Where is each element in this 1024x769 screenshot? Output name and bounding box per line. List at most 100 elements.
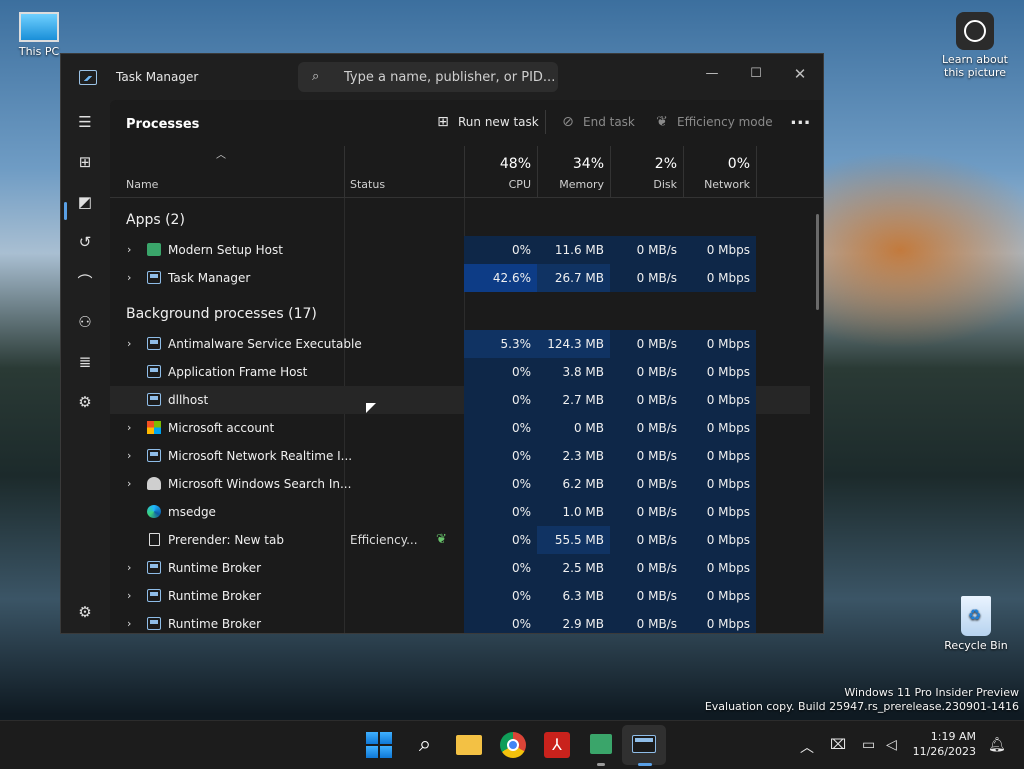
title-bar[interactable]: Task Manager ⌕ Type a name, publisher, o…	[61, 54, 823, 100]
chrome-icon[interactable]	[500, 732, 526, 758]
disk-cell: 0 MB/s	[610, 610, 683, 633]
table-row[interactable]: › Antimalware Service Executable 5.3% 12…	[110, 330, 810, 358]
desktop-icon-recycle-bin[interactable]: ♻ Recycle Bin	[940, 596, 1012, 652]
nav-performance-icon[interactable]: ◩	[73, 190, 97, 214]
task-manager-window: Task Manager ⌕ Type a name, publisher, o…	[60, 53, 824, 634]
table-row[interactable]: msedge 0% 1.0 MB 0 MB/s 0 Mbps	[110, 498, 810, 526]
header-disk-percent[interactable]: 2%	[610, 156, 677, 172]
cpu-cell: 42.6%	[464, 264, 537, 292]
cpu-cell: 0%	[464, 386, 537, 414]
end-task-button[interactable]: ⊘ End task	[559, 114, 635, 130]
header-network[interactable]: Network	[683, 178, 750, 191]
column-header: ︿ Name Status 48% CPU 34% Memory 2% Disk…	[110, 146, 823, 198]
end-task-icon: ⊘	[562, 114, 574, 130]
more-options-button[interactable]: ...	[790, 108, 811, 129]
efficiency-mode-button[interactable]: ❦ Efficiency mode	[653, 114, 773, 130]
header-name[interactable]: Name	[126, 178, 158, 191]
table-row[interactable]: › Microsoft account 0% 0 MB 0 MB/s 0 Mbp…	[110, 414, 810, 442]
header-disk[interactable]: Disk	[610, 178, 677, 191]
process-name: msedge	[168, 505, 216, 519]
table-row[interactable]: › Modern Setup Host 0% 11.6 MB 0 MB/s 0 …	[110, 236, 810, 264]
app-frame-icon	[147, 393, 161, 406]
vertical-scrollbar[interactable]	[816, 214, 819, 310]
table-row[interactable]: › Runtime Broker 0% 2.9 MB 0 MB/s 0 Mbps	[110, 610, 810, 633]
table-row[interactable]: Application Frame Host 0% 3.8 MB 0 MB/s …	[110, 358, 810, 386]
notification-bell-icon[interactable]: 🔔︎	[988, 737, 1006, 753]
run-new-task-button[interactable]: ⊞ Run new task	[434, 114, 539, 130]
file-explorer-icon[interactable]	[456, 735, 482, 755]
table-row[interactable]: › Runtime Broker 0% 2.5 MB 0 MB/s 0 Mbps	[110, 554, 810, 582]
start-windows-icon[interactable]	[366, 732, 392, 758]
chevron-right-icon[interactable]: ›	[127, 589, 131, 602]
process-name: Antimalware Service Executable	[168, 337, 362, 351]
nav-startup-apps-icon[interactable]: ⌒	[73, 270, 97, 294]
nav-app-history-icon[interactable]: ↺	[73, 230, 97, 254]
hamburger-menu-icon[interactable]: ☰	[73, 110, 97, 134]
page-title: Processes	[126, 117, 200, 132]
cpu-cell: 0%	[464, 358, 537, 386]
search-placeholder: Type a name, publisher, or PID...	[344, 70, 556, 85]
nav-users-icon[interactable]: ⚇	[73, 310, 97, 334]
chevron-right-icon[interactable]: ›	[127, 421, 131, 434]
settings-gear-icon[interactable]: ⚙	[73, 600, 97, 624]
table-row[interactable]: › Runtime Broker 0% 6.3 MB 0 MB/s 0 Mbps	[110, 582, 810, 610]
memory-cell: 2.9 MB	[537, 610, 610, 633]
cpu-cell: 0%	[464, 582, 537, 610]
table-row[interactable]: Prerender: New tab Efficiency... ❦ 0% 55…	[110, 526, 810, 554]
process-name: dllhost	[168, 393, 209, 407]
header-cpu-percent[interactable]: 48%	[464, 156, 531, 172]
nav-services-icon[interactable]: ⚙	[73, 390, 97, 414]
table-row[interactable]: › Microsoft Network Realtime I... 0% 2.3…	[110, 442, 810, 470]
desktop-icon-label: Learn about this picture	[942, 53, 1008, 79]
maximize-button[interactable]: ☐	[733, 60, 779, 90]
group-header-background[interactable]: Background processes (17)	[126, 306, 317, 322]
search-icon[interactable]: ⌕	[410, 730, 440, 760]
header-network-percent[interactable]: 0%	[683, 156, 750, 172]
network-cell: 0 Mbps	[683, 470, 756, 498]
system-clock[interactable]: 1:19 AM 11/26/2023	[913, 729, 976, 759]
header-cpu[interactable]: CPU	[464, 178, 531, 191]
volume-icon[interactable]: ◁	[886, 737, 897, 753]
header-memory-percent[interactable]: 34%	[537, 156, 604, 172]
cpu-cell: 0%	[464, 442, 537, 470]
show-hidden-icons-chevron-up-icon[interactable]: ︿	[800, 737, 814, 757]
setup-app-icon[interactable]	[590, 734, 612, 754]
close-button[interactable]: ✕	[777, 60, 823, 90]
cpu-cell: 0%	[464, 498, 537, 526]
table-row[interactable]: › Microsoft Windows Search In... 0% 6.2 …	[110, 470, 810, 498]
chevron-right-icon[interactable]: ›	[127, 271, 131, 284]
chevron-right-icon[interactable]: ›	[127, 561, 131, 574]
search-indexer-icon	[147, 477, 161, 490]
minimize-button[interactable]: —	[689, 60, 735, 90]
watermark-edition: Windows 11 Pro Insider Preview	[844, 686, 1019, 699]
sort-up-icon[interactable]: ︿	[216, 146, 226, 161]
chevron-right-icon[interactable]: ›	[127, 337, 131, 350]
pdf-reader-icon[interactable]: ⅄	[544, 732, 570, 758]
nav-processes-icon[interactable]: ⊞	[73, 150, 97, 174]
column-divider	[756, 146, 757, 197]
display-icon[interactable]: ▭	[862, 737, 875, 753]
desktop-icon-this-pc[interactable]: This PC	[14, 12, 64, 58]
header-status[interactable]: Status	[350, 178, 385, 191]
chevron-right-icon[interactable]: ›	[127, 477, 131, 490]
memory-cell: 3.8 MB	[537, 358, 610, 386]
desktop-icon-learn-about-picture[interactable]: Learn about this picture	[936, 12, 1014, 79]
table-row[interactable]: dllhost 0% 2.7 MB 0 MB/s 0 Mbps	[110, 386, 810, 414]
memory-cell: 6.3 MB	[537, 582, 610, 610]
table-row[interactable]: › Task Manager 42.6% 26.7 MB 0 MB/s 0 Mb…	[110, 264, 810, 292]
nav-details-icon[interactable]: ≣	[73, 350, 97, 374]
chevron-right-icon[interactable]: ›	[127, 243, 131, 256]
disk-cell: 0 MB/s	[610, 582, 683, 610]
chevron-right-icon[interactable]: ›	[127, 449, 131, 462]
mouse-pointer	[366, 403, 376, 413]
search-box[interactable]: ⌕ Type a name, publisher, or PID...	[298, 62, 558, 92]
recycle-bin-icon: ♻	[961, 596, 991, 636]
network-icon[interactable]: ⌧	[830, 737, 846, 753]
group-header-apps[interactable]: Apps (2)	[126, 212, 185, 228]
process-name: Runtime Broker	[168, 561, 262, 575]
header-memory[interactable]: Memory	[537, 178, 604, 191]
chevron-right-icon[interactable]: ›	[127, 617, 131, 630]
network-cell: 0 Mbps	[683, 610, 756, 633]
process-name: Runtime Broker	[168, 617, 262, 631]
task-manager-taskbar-icon[interactable]	[632, 735, 656, 753]
